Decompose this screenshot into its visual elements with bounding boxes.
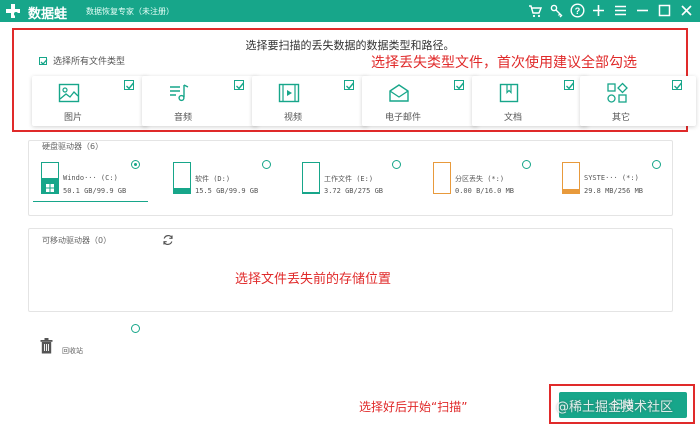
type-checkbox[interactable]	[454, 80, 465, 90]
type-card-audio[interactable]: 音频	[142, 76, 258, 126]
type-card-email[interactable]: 电子邮件	[362, 76, 478, 126]
drive-name: 软件 (D:)	[195, 175, 231, 183]
key-icon[interactable]	[548, 2, 566, 20]
panel-title: 选择要扫描的丢失数据的数据类型和路径。	[245, 39, 455, 52]
drive-icon	[173, 162, 191, 194]
select-all-label: 选择所有文件类型	[53, 57, 126, 67]
type-checkbox[interactable]	[234, 80, 245, 90]
select-all-checkbox[interactable]: 选择所有文件类型	[39, 54, 125, 67]
watermark: @稀土掘金技术社区	[556, 400, 674, 415]
drive-usage-bar	[303, 192, 319, 193]
drive-radio[interactable]	[652, 160, 661, 169]
type-checkbox[interactable]	[672, 80, 683, 90]
drive-icon	[562, 162, 580, 194]
type-label: 视频	[283, 113, 302, 123]
drive-size: 29.8 MB/256 MB	[584, 187, 644, 195]
type-card-other[interactable]: 其它	[580, 76, 696, 126]
recycle-bin-radio[interactable]	[131, 324, 140, 333]
other-icon	[607, 82, 628, 103]
drive-name: SYSTE··· (*:)	[584, 174, 639, 182]
drive-item[interactable]: SYSTE··· (*:) 29.8 MB/256 MB	[554, 162, 684, 202]
help-icon[interactable]: ?	[568, 2, 586, 20]
drive-icon	[41, 162, 59, 194]
music-icon	[170, 84, 189, 102]
drive-radio-selected[interactable]	[131, 160, 140, 169]
plus-icon[interactable]	[589, 2, 607, 20]
image-icon	[58, 83, 80, 103]
windows-logo-icon	[46, 184, 54, 192]
recycle-bin-label: 回收站	[62, 347, 83, 355]
drive-radio[interactable]	[392, 160, 401, 169]
video-icon	[278, 83, 300, 103]
maximize-icon[interactable]	[655, 2, 673, 20]
svg-text:?: ?	[574, 6, 580, 16]
file-type-hint: 选择丢失类型文件，首次使用建议全部勾选	[371, 55, 637, 71]
drive-usage-bar	[563, 189, 579, 193]
drive-size: 50.1 GB/99.9 GB	[63, 187, 127, 195]
minimize-icon[interactable]	[633, 2, 651, 20]
location-hint: 选择文件丢失前的存储位置	[235, 272, 392, 287]
selected-drive-underline	[33, 201, 148, 202]
type-label: 图片	[63, 113, 82, 123]
document-icon	[499, 83, 519, 103]
drive-item[interactable]: 分区丢失 (*:) 0.00 B/16.0 MB	[425, 162, 555, 202]
app-subtitle: 数据恢复专家（未注册）	[86, 7, 174, 16]
check-icon	[39, 57, 48, 65]
drive-radio[interactable]	[522, 160, 531, 169]
drive-usage-bar	[174, 188, 190, 193]
scan-hint: 选择好后开始“扫描”	[359, 400, 468, 414]
drive-size: 15.5 GB/99.9 GB	[195, 187, 259, 195]
type-card-document[interactable]: 文档	[472, 76, 588, 126]
type-checkbox[interactable]	[344, 80, 355, 90]
drive-icon	[302, 162, 320, 194]
type-label: 音频	[173, 113, 192, 123]
type-card-video[interactable]: 视频	[252, 76, 368, 126]
drive-item[interactable]: 工作文件 (E:) 3.72 GB/275 GB	[294, 162, 424, 202]
type-label: 其它	[611, 113, 630, 123]
file-type-panel: 选择要扫描的丢失数据的数据类型和路径。 选择所有文件类型 选择丢失类型文件，首次…	[12, 28, 696, 132]
title-bar: 数据蛙 数据恢复专家（未注册） ?	[0, 0, 700, 22]
drive-name: 分区丢失 (*:)	[455, 175, 505, 183]
drive-item[interactable]: Windo··· (C:) 50.1 GB/99.9 GB	[33, 162, 163, 202]
type-label: 电子邮件	[384, 113, 421, 123]
trash-icon	[40, 338, 53, 354]
drive-icon	[433, 162, 451, 194]
drive-size: 0.00 B/16.0 MB	[455, 187, 515, 195]
drive-size: 3.72 GB/275 GB	[324, 187, 384, 195]
type-card-image[interactable]: 图片	[32, 76, 148, 126]
removable-drive-label: 可移动驱动器（0）	[42, 236, 112, 245]
app-logo-icon	[6, 4, 20, 18]
type-checkbox[interactable]	[124, 80, 135, 90]
drive-name: 工作文件 (E:)	[324, 175, 374, 183]
drive-name: Windo··· (C:)	[63, 174, 118, 182]
refresh-icon[interactable]	[162, 234, 174, 246]
close-icon[interactable]	[677, 2, 695, 20]
type-checkbox[interactable]	[564, 80, 575, 90]
cart-icon[interactable]	[526, 2, 544, 20]
type-label: 文档	[503, 113, 522, 123]
app-name: 数据蛙	[28, 7, 68, 22]
drive-item[interactable]: 软件 (D:) 15.5 GB/99.9 GB	[165, 162, 295, 202]
hard-drive-label: 硬盘驱动器（6）	[42, 142, 104, 151]
menu-icon[interactable]	[611, 2, 629, 20]
drive-radio[interactable]	[262, 160, 271, 169]
email-icon	[389, 84, 409, 102]
